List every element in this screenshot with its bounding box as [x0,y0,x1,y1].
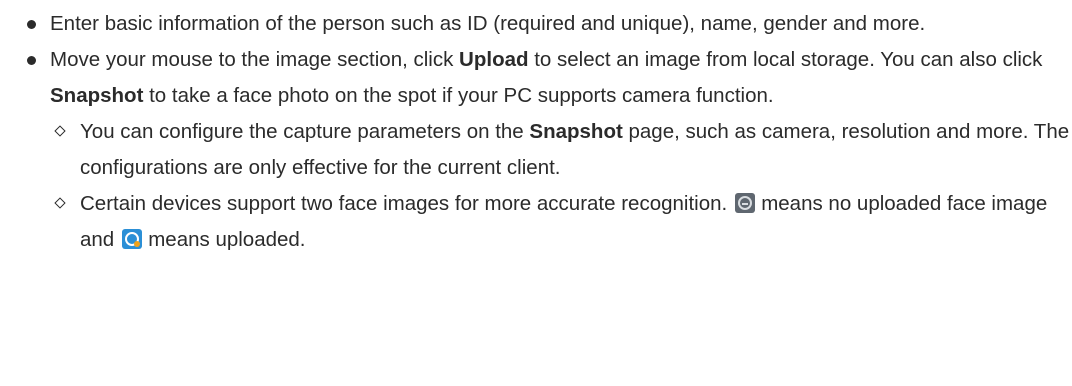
snapshot-label: Snapshot [529,120,623,143]
list-item: Enter basic information of the person su… [0,6,1072,42]
diamond-bullet-icon [54,125,66,137]
bullet-dot-icon [27,20,36,29]
snapshot-label: Snapshot [50,84,144,107]
document-page: Enter basic information of the person su… [0,6,1072,386]
bullet-dot-icon [27,56,36,65]
diamond-bullet-icon [54,197,66,209]
text-run: Move your mouse to the image section, cl… [50,48,460,71]
text-run: You can configure the capture parameters… [80,120,530,143]
text-run: to select an image from local storage. Y… [528,48,1043,71]
bullet-list: Enter basic information of the person su… [0,6,1072,258]
sub-list-item: You can configure the capture parameters… [50,114,1072,186]
text-run: Certain devices support two face images … [80,192,728,215]
text-run: to take a face photo on the spot if your… [143,84,774,107]
upload-label: Upload [459,48,529,71]
item-text: Move your mouse to the image section, cl… [50,48,1042,107]
text-run: means uploaded. [148,228,306,251]
face-not-uploaded-icon [735,193,756,213]
sub-list-item: Certain devices support two face images … [50,186,1072,258]
list-item: Move your mouse to the image section, cl… [0,42,1072,258]
item-text: Enter basic information of the person su… [50,12,926,35]
sub-list: You can configure the capture parameters… [50,114,1072,258]
face-uploaded-icon [122,229,143,249]
